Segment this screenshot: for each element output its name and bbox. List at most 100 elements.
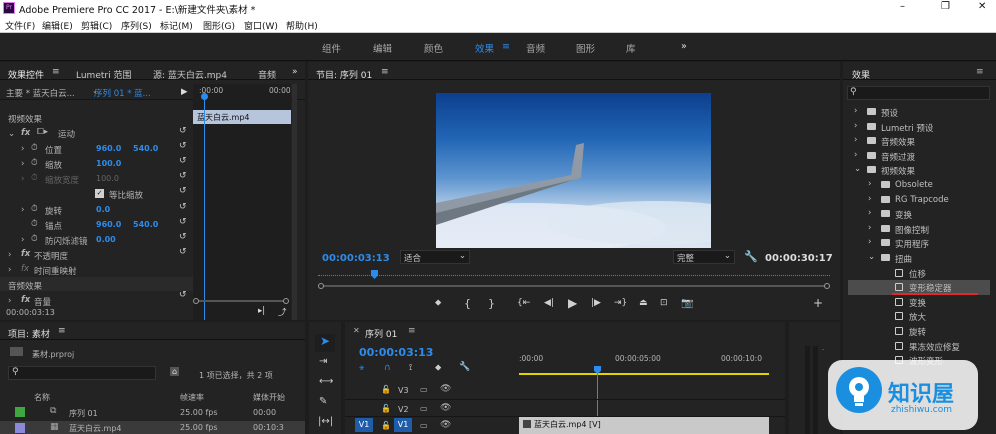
expand-arrow-icon[interactable]: ⌄ bbox=[8, 129, 15, 139]
ec-zoom-scrollbar[interactable] bbox=[193, 298, 291, 304]
scale-value[interactable]: 100.0 bbox=[96, 159, 121, 168]
export-icon[interactable]: ⤴ bbox=[278, 306, 287, 318]
lock-icon[interactable]: 🔓 bbox=[381, 385, 391, 394]
play-only-icon[interactable]: ▶ bbox=[181, 87, 188, 97]
reset-icon[interactable]: ↺ bbox=[179, 156, 187, 166]
fx-icon[interactable]: fx bbox=[21, 295, 30, 305]
lock-icon[interactable]: 🔓 bbox=[381, 421, 391, 430]
effects-tree-item[interactable]: ⌄ 扭曲 bbox=[848, 251, 990, 266]
tab-lumetri-scopes[interactable]: Lumetri 范围 bbox=[76, 68, 131, 81]
menu-window[interactable]: 窗口(W) bbox=[244, 19, 278, 32]
reset-icon[interactable]: ↺ bbox=[179, 186, 187, 196]
add-marker-icon[interactable]: ⬥ bbox=[435, 363, 441, 373]
stopwatch-icon[interactable]: ⏱ bbox=[31, 234, 38, 244]
program-playhead[interactable] bbox=[371, 270, 378, 279]
effects-tree-item[interactable]: 果冻效应修复 bbox=[848, 339, 990, 354]
wrench-icon[interactable]: 🔧 bbox=[744, 250, 758, 263]
effects-tree-item[interactable]: 位移 bbox=[848, 266, 990, 281]
effects-tree-item[interactable]: 旋转 bbox=[848, 324, 990, 339]
stopwatch-icon[interactable]: ⏱ bbox=[31, 219, 38, 229]
chevron-right-icon[interactable]: › bbox=[854, 135, 857, 145]
close-icon[interactable]: ✕ bbox=[353, 326, 360, 335]
menu-edit[interactable]: 编辑(E) bbox=[42, 19, 73, 32]
filter-icon[interactable]: ▸| bbox=[258, 306, 265, 316]
program-title[interactable]: 节目: 序列 01 bbox=[316, 68, 372, 81]
project-title[interactable]: 项目: 素材 bbox=[8, 327, 50, 340]
timeline-ruler[interactable]: :00:00 00:00:05:00 00:00:10:0 bbox=[519, 350, 785, 376]
step-back-icon[interactable]: ◀| bbox=[544, 298, 554, 308]
eye-icon[interactable]: 👁 bbox=[440, 420, 451, 430]
chevron-right-icon[interactable]: › bbox=[854, 121, 857, 131]
chevron-down-icon[interactable]: ⌄ bbox=[854, 164, 861, 174]
sync-icon[interactable]: ▭ bbox=[420, 404, 428, 413]
expand-arrow-icon[interactable]: › bbox=[21, 144, 24, 154]
ec-timecode[interactable]: 00:00:03:13 bbox=[6, 308, 55, 317]
effects-tree-item[interactable]: › 预设 bbox=[848, 105, 990, 120]
workspace-assembly[interactable]: 组件 bbox=[322, 41, 341, 55]
position-x[interactable]: 960.0 bbox=[96, 144, 121, 153]
workspace-graphics[interactable]: 图形 bbox=[576, 41, 595, 55]
expand-arrow-icon[interactable]: › bbox=[21, 205, 24, 215]
panel-menu-icon[interactable]: ≡ bbox=[381, 67, 389, 77]
stopwatch-icon[interactable]: ⏱ bbox=[31, 204, 38, 214]
track-v1[interactable]: V1 bbox=[394, 418, 412, 432]
sync-icon[interactable]: ▭ bbox=[420, 385, 428, 394]
add-marker-icon[interactable]: ⬥ bbox=[435, 298, 441, 308]
master-clip-label[interactable]: 主要 * 蓝天白云... bbox=[6, 87, 75, 99]
track-v2[interactable]: V2 bbox=[398, 405, 409, 414]
effect-mini-timeline[interactable]: :00:00 00:00 蓝天白云.mp4 bbox=[193, 84, 291, 320]
anchor-x[interactable]: 960.0 bbox=[96, 220, 121, 229]
video-frame[interactable] bbox=[436, 93, 711, 248]
track-v3[interactable]: V3 bbox=[398, 386, 409, 395]
close-button[interactable]: ✕ bbox=[978, 1, 986, 12]
chevron-right-icon[interactable]: › bbox=[854, 106, 857, 116]
expand-arrow-icon[interactable]: › bbox=[8, 296, 11, 306]
panel-menu-icon[interactable]: ≡ bbox=[976, 67, 984, 77]
add-button-icon[interactable]: + bbox=[813, 296, 823, 310]
menu-marker[interactable]: 标记(M) bbox=[160, 19, 193, 32]
video-clip[interactable]: 蓝天白云.mp4 [V] bbox=[519, 417, 769, 434]
sequence-clip-dropdown[interactable]: 序列 01 * 蓝... bbox=[94, 87, 151, 99]
effects-tree-item[interactable]: 变换 bbox=[848, 295, 990, 310]
effects-tree-item[interactable]: › 变换 bbox=[848, 207, 990, 222]
nest-toggle-icon[interactable]: ⚹ bbox=[359, 363, 364, 373]
extract-icon[interactable]: ⊡ bbox=[660, 298, 668, 308]
panel-menu-icon[interactable]: ≡ bbox=[58, 326, 66, 336]
fx-icon[interactable]: fx bbox=[21, 128, 30, 138]
expand-arrow-icon[interactable]: › bbox=[21, 159, 24, 169]
workspace-menu-icon[interactable]: ≡ bbox=[502, 41, 510, 52]
export-frame-icon[interactable]: 📷 bbox=[681, 298, 693, 309]
razor-tool-icon[interactable]: ✎ bbox=[319, 396, 327, 407]
workspace-audio[interactable]: 音频 bbox=[526, 41, 545, 55]
wrench-icon[interactable]: 🔧 bbox=[459, 362, 470, 372]
effects-tree-item[interactable]: › 实用程序 bbox=[848, 236, 990, 251]
workspace-more-icon[interactable]: » bbox=[681, 41, 687, 52]
position-y[interactable]: 540.0 bbox=[133, 144, 158, 153]
track-select-tool-icon[interactable]: ⇥ bbox=[319, 356, 327, 367]
go-to-out-icon[interactable]: ⇥} bbox=[614, 298, 627, 308]
panel-menu-icon[interactable]: ≡ bbox=[52, 67, 60, 77]
more-tabs-icon[interactable]: » bbox=[292, 67, 298, 77]
effects-tree-item[interactable]: 变形稳定器 bbox=[848, 280, 990, 296]
clip-bar[interactable]: 蓝天白云.mp4 bbox=[193, 110, 291, 124]
menu-graphics[interactable]: 图形(G) bbox=[203, 19, 235, 32]
tab-audio[interactable]: 音频 bbox=[258, 68, 276, 81]
effects-tree-item[interactable]: ⌄ 视频效果 bbox=[848, 163, 990, 178]
quality-dropdown[interactable]: 完整 ⌄ bbox=[673, 250, 735, 264]
reset-icon[interactable]: ↺ bbox=[179, 232, 187, 242]
menu-sequence[interactable]: 序列(S) bbox=[121, 19, 152, 32]
anchor-y[interactable]: 540.0 bbox=[133, 220, 158, 229]
workspace-editing[interactable]: 编辑 bbox=[373, 41, 392, 55]
workspace-effects[interactable]: 效果 bbox=[475, 41, 494, 55]
effects-tree-item[interactable]: › 音频过渡 bbox=[848, 149, 990, 164]
reset-icon[interactable]: ↺ bbox=[179, 217, 187, 227]
rotation-value[interactable]: 0.0 bbox=[96, 205, 110, 214]
chevron-right-icon[interactable]: › bbox=[868, 237, 871, 247]
tab-source[interactable]: 源: 蓝天白云.mp4 bbox=[153, 68, 227, 81]
tab-effect-controls[interactable]: 效果控件 bbox=[8, 68, 44, 81]
chevron-right-icon[interactable]: › bbox=[868, 179, 871, 189]
source-patch-v1[interactable]: V1 bbox=[355, 418, 373, 432]
ec-playhead-marker[interactable] bbox=[201, 93, 208, 100]
linked-selection-icon[interactable]: ⟟ bbox=[409, 363, 412, 373]
menu-clip[interactable]: 剪辑(C) bbox=[81, 19, 112, 32]
